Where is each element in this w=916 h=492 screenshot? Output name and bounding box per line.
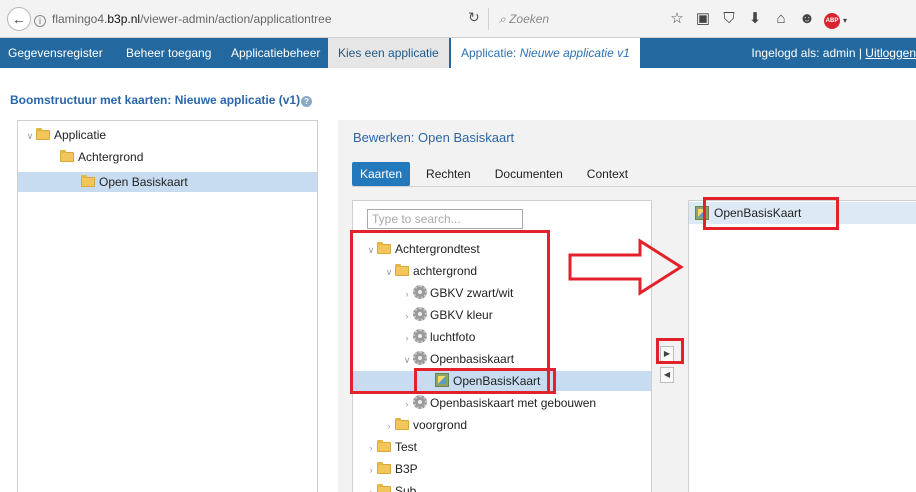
tree-item-label: Test [395, 440, 418, 454]
chevron-right-icon[interactable]: › [365, 482, 377, 492]
tab-context[interactable]: Context [579, 162, 636, 186]
tree-item-sub[interactable]: › Sub... [365, 481, 426, 492]
tree-item-applicatie[interactable]: ∨ Applicatie [24, 125, 106, 145]
chevron-right-icon[interactable]: › [383, 416, 395, 436]
tree-item-open-basiskaart[interactable]: Open Basiskaart [18, 172, 317, 192]
tree-item-voorgrond[interactable]: › voorgrond [383, 415, 467, 435]
folder-icon [377, 484, 391, 492]
application-name: Nieuwe applicatie v1 [519, 46, 630, 60]
back-arrow-icon[interactable]: ← [7, 7, 31, 31]
tabs-divider [352, 186, 916, 187]
application-tree-panel: ∨ Applicatie Achtergrond Open Basiskaart [17, 120, 318, 492]
browser-search-field[interactable]: ⌕ Zoeken [488, 8, 640, 30]
star-icon[interactable]: ☆ [664, 8, 690, 30]
layer-search-input[interactable] [367, 209, 523, 229]
adblock-button[interactable]: ABP ▾ [820, 8, 854, 30]
tab-rechten[interactable]: Rechten [418, 162, 479, 186]
search-icon: ⌕ [499, 12, 506, 26]
tree-item-test[interactable]: › Test [365, 437, 417, 457]
folder-icon [36, 128, 50, 140]
toolbar-icons: ☆ ▣ ⛉ ⬇ ⌂ ☻ ABP ▾ [664, 8, 854, 30]
page-title: Boomstructuur met kaarten: Nieuwe applic… [10, 93, 313, 107]
tree-item-label: Applicatie [54, 128, 107, 142]
chevron-right-icon[interactable]: › [365, 438, 377, 458]
nav-item-kies-een-applicatie[interactable]: Kies een applicatie [328, 38, 449, 68]
tree-item-label: Openbasiskaart met gebouwen [430, 396, 597, 410]
tab-documenten[interactable]: Documenten [487, 162, 571, 186]
tree-item-label: Open Basiskaart [99, 175, 188, 189]
tree-item-label: Sub... [395, 484, 427, 492]
browser-search-placeholder: Zoeken [509, 12, 550, 26]
nav-item-gegevensregister[interactable]: Gegevensregister [8, 38, 103, 68]
tree-item-achtergrond[interactable]: Achtergrond [60, 147, 143, 167]
folder-icon [395, 418, 409, 430]
annotation-box-move-button [656, 338, 684, 364]
browser-toolbar: ← i flamingo4.b3p.nl/viewer-admin/action/… [0, 0, 916, 38]
annotation-box-selected-layer [414, 368, 556, 394]
tree-item-openbasiskaart-met-gebouwen[interactable]: › Openbasiskaart met gebouwen [401, 393, 596, 413]
folder-icon [377, 440, 391, 452]
reload-icon[interactable]: ↻ [468, 9, 480, 26]
chevron-down-icon: ▾ [843, 15, 848, 25]
tree-item-label: B3P [395, 462, 418, 476]
tree-item-label: voorgrond [413, 418, 468, 432]
selected-layers-list: OpenBasisKaart [688, 200, 916, 492]
nav-item-beheer-toegang[interactable]: Beheer toegang [126, 38, 211, 68]
move-left-button[interactable]: ◀ [660, 367, 674, 383]
url-path: /viewer-admin/action/applicationtree [140, 12, 332, 26]
url-host: b3p.nl [107, 12, 141, 26]
chat-icon[interactable]: ☻ [794, 8, 820, 30]
chevron-down-icon[interactable]: ∨ [24, 126, 36, 146]
application-label: Applicatie: [461, 46, 517, 60]
annotation-box-target-layer [703, 197, 839, 230]
logout-link[interactable]: Uitloggen [865, 46, 916, 60]
editor-tabs: Kaarten Rechten Documenten Context [352, 162, 644, 186]
tree-item-b3p[interactable]: › B3P [365, 459, 418, 479]
home-icon[interactable]: ⌂ [768, 8, 794, 30]
chevron-right-icon[interactable]: › [401, 394, 413, 414]
adblock-icon: ABP [824, 12, 840, 29]
info-icon[interactable]: i [34, 15, 46, 27]
download-icon[interactable]: ⬇ [742, 8, 768, 30]
gear-icon [413, 395, 427, 409]
chevron-right-icon[interactable]: › [365, 460, 377, 480]
folder-icon [60, 150, 74, 162]
url-prefix: flamingo4. [52, 12, 108, 26]
annotation-arrow-right [568, 238, 684, 296]
pocket-icon[interactable]: ⛉ [716, 8, 742, 30]
editor-title: Bewerken: Open Basiskaart [353, 130, 515, 145]
help-icon[interactable]: ? [301, 96, 313, 107]
folder-icon [377, 462, 391, 474]
page-title-text: Boomstructuur met kaarten: Nieuwe applic… [10, 93, 301, 107]
nav-item-applicatiebeheer[interactable]: Applicatiebeheer [231, 38, 320, 68]
folder-icon [81, 175, 95, 187]
tree-item-label: Achtergrond [78, 150, 144, 164]
main-navigation: Gegevensregister Beheer toegang Applicat… [0, 38, 916, 68]
address-bar[interactable]: i flamingo4.b3p.nl/viewer-admin/action/ap… [34, 8, 450, 30]
login-status: Ingelogd als: admin | Uitloggen [751, 38, 916, 68]
reading-list-icon[interactable]: ▣ [690, 8, 716, 30]
tab-kaarten[interactable]: Kaarten [352, 162, 411, 186]
login-label: Ingelogd als: admin | [751, 46, 862, 60]
nav-item-current-application[interactable]: Applicatie: Nieuwe applicatie v1 [451, 38, 640, 68]
